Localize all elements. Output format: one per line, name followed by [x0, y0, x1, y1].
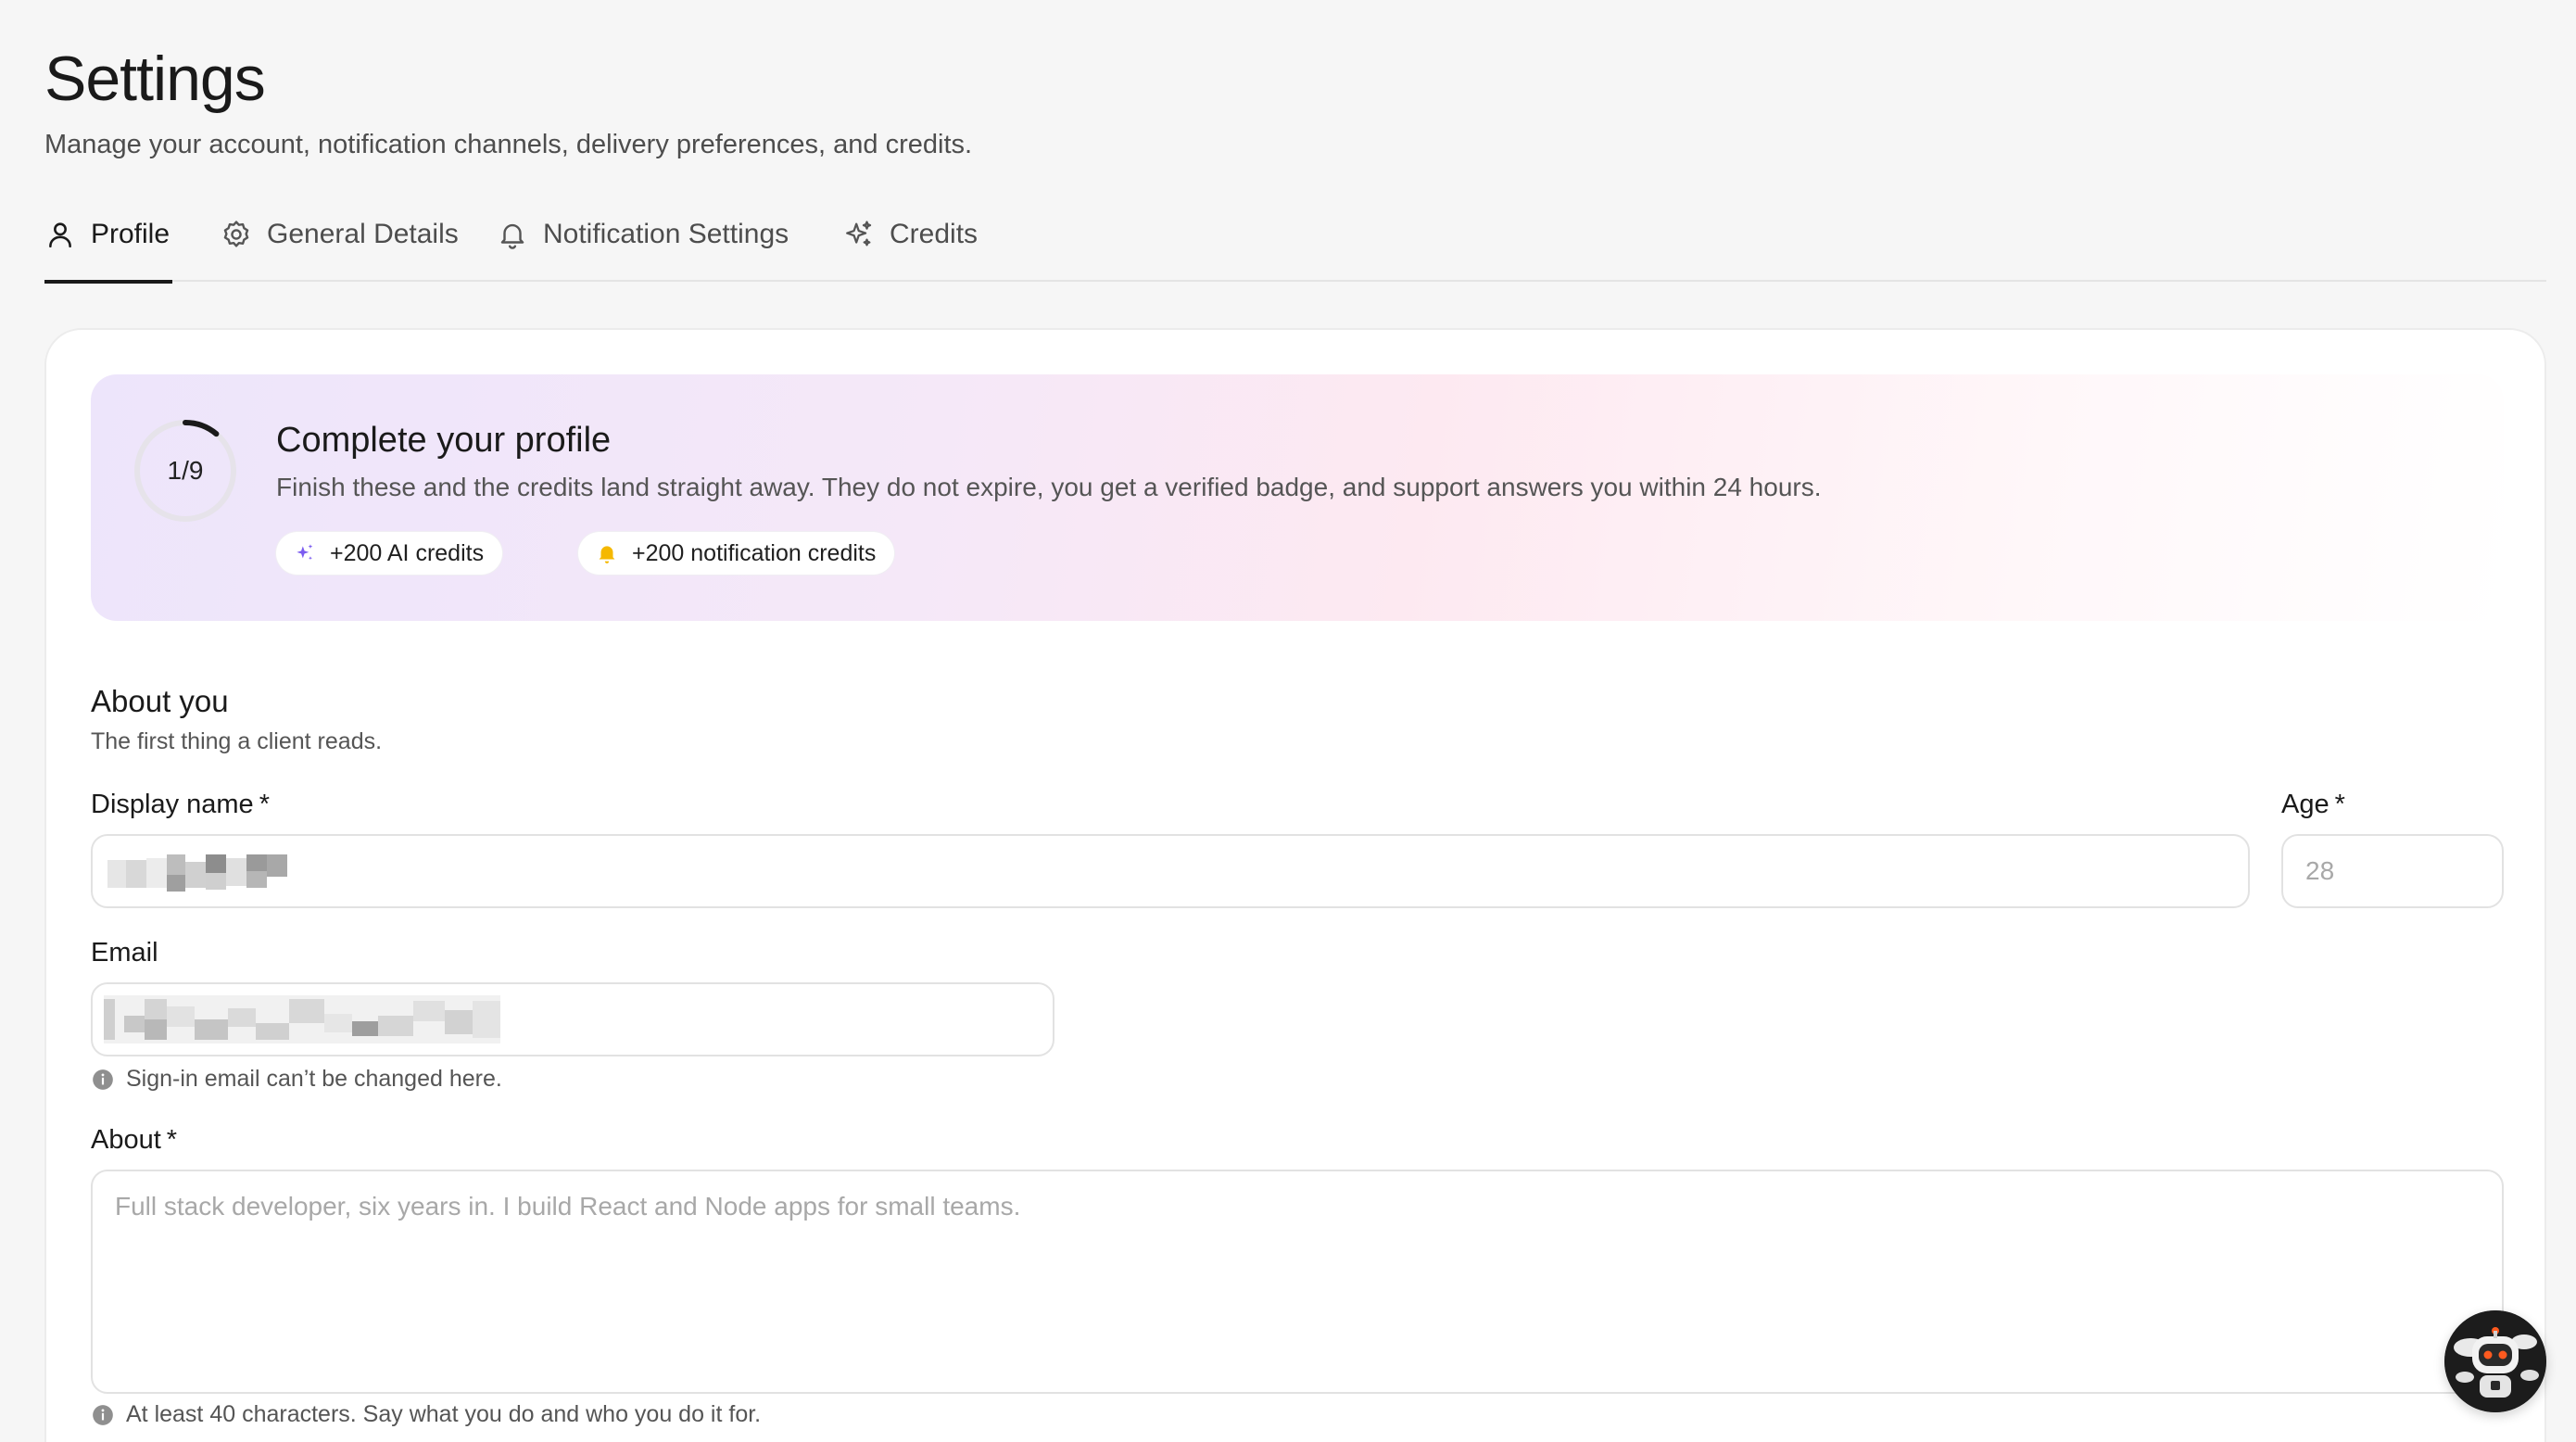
about-placeholder: Full stack developer, six years in. I bu…: [115, 1192, 1021, 1221]
complete-profile-banner: 1/9 Complete your profile Finish these a…: [91, 374, 2504, 621]
tab-profile[interactable]: Profile: [44, 209, 172, 284]
tab-label: Profile: [91, 219, 170, 249]
required-mark: *: [2334, 790, 2345, 819]
settings-page: Settings Manage your account, notificati…: [0, 0, 2576, 1442]
bell-icon: [500, 223, 524, 249]
gear-icon: [223, 221, 249, 247]
bell-icon: [599, 546, 615, 563]
ai-credits-chip: +200 AI credits: [276, 532, 503, 575]
email-input: [91, 982, 1054, 1056]
about-label: About *: [91, 1125, 178, 1155]
email-label: Email: [91, 938, 158, 968]
tab-label: Credits: [890, 219, 979, 249]
profile-card: 1/9 Complete your profile Finish these a…: [44, 328, 2546, 1442]
info-icon: [93, 1404, 113, 1425]
tab-notification-settings[interactable]: Notification Settings: [497, 209, 789, 282]
section-subtitle: The first thing a client reads.: [91, 728, 383, 754]
sparkles-icon: [846, 221, 872, 247]
user-icon: [49, 222, 71, 248]
display-name-label: Display name *: [91, 790, 270, 819]
required-mark: *: [166, 1125, 178, 1155]
banner-description: Finish these and the credits land straig…: [276, 473, 1822, 501]
assistant-bot-button[interactable]: [2444, 1310, 2546, 1412]
about-hint: At least 40 characters. Say what you do …: [91, 1401, 761, 1428]
page-subtitle: Manage your account, notification channe…: [44, 130, 973, 159]
display-name-input[interactable]: [91, 834, 2250, 908]
section-title: About you: [91, 684, 229, 718]
required-mark: *: [259, 790, 270, 819]
notification-credits-chip: +200 notification credits: [578, 532, 895, 575]
page-title: Settings: [44, 44, 266, 114]
age-label: Age *: [2281, 790, 2345, 819]
email-hint: Sign-in email can’t be changed here.: [91, 1066, 502, 1093]
info-icon: [93, 1069, 113, 1090]
robot-icon: [2444, 1310, 2546, 1412]
sparkles-icon: [297, 544, 313, 561]
settings-tabs: Profile General Details Notification Set…: [44, 209, 2546, 284]
about-textarea[interactable]: Full stack developer, six years in. I bu…: [91, 1170, 2504, 1394]
progress-count: 1/9: [167, 456, 204, 485]
tab-label: Notification Settings: [543, 219, 789, 249]
tab-general-details[interactable]: General Details: [221, 209, 459, 282]
redacted-value: [104, 995, 500, 1044]
chip-label: +200 notification credits: [632, 539, 877, 566]
banner-title: Complete your profile: [276, 421, 612, 460]
chip-label: +200 AI credits: [330, 539, 485, 566]
age-placeholder: 28: [2305, 856, 2335, 885]
redacted-value: [107, 854, 287, 892]
tab-credits[interactable]: Credits: [843, 209, 978, 282]
age-input[interactable]: 28: [2281, 834, 2504, 908]
tab-label: General Details: [267, 219, 459, 249]
